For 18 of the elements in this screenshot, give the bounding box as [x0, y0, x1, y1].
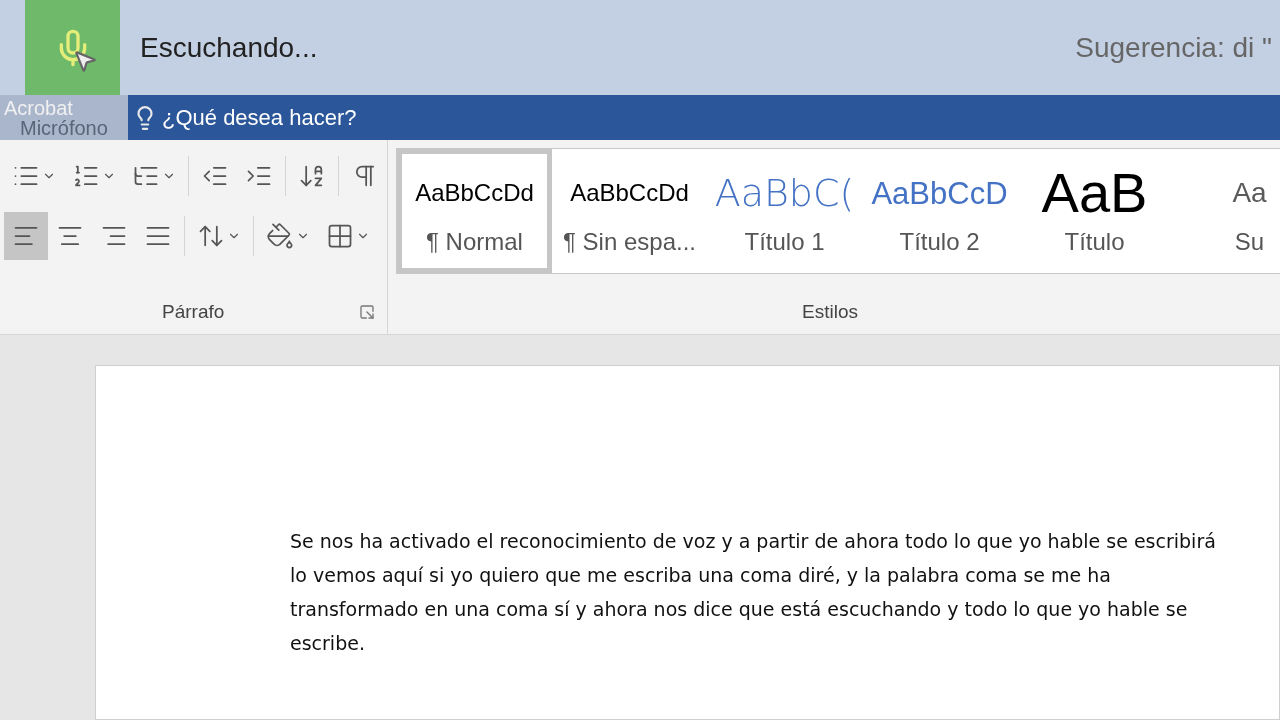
group-label: Párrafo: [162, 299, 225, 324]
dialog-launcher-icon[interactable]: [359, 303, 375, 320]
style-item[interactable]: AaB Título: [1017, 149, 1172, 273]
style-item[interactable]: AaBbCcD Título 2: [862, 149, 1017, 273]
toolbar-button[interactable]: [4, 212, 48, 260]
style-item[interactable]: AaBbCcDd ¶ Sin espa...: [552, 149, 707, 273]
tell-me-box[interactable]: ¿Qué desea hacer?: [132, 101, 357, 134]
borders-icon: [326, 222, 354, 250]
style-item[interactable]: AaBbCcDd ¶ Normal: [397, 149, 552, 273]
tooltip-text: Micrófono: [20, 117, 108, 138]
dictation-hint: Sugerencia: di ": [1075, 30, 1272, 65]
style-item[interactable]: AaBbC( Título 1: [707, 149, 862, 273]
mouse-pointer-icon: [72, 48, 98, 74]
dictation-status: Escuchando...: [140, 30, 318, 65]
paint-bucket-icon: [266, 222, 294, 250]
style-item[interactable]: Aa Su: [1172, 149, 1280, 273]
group-label: Estilos: [802, 299, 859, 324]
document-paragraph: Se nos ha activado el reconocimiento de voz y a partir de ahora todo lo que yo hable se escribirá lo vemos aquí si yo quiero que me escriba una coma diré, y la palabra coma se me ha transformado en una coma sí y ahora nos dice que está escuchando y todo lo que yo hable se escribe.: [290, 529, 1217, 656]
